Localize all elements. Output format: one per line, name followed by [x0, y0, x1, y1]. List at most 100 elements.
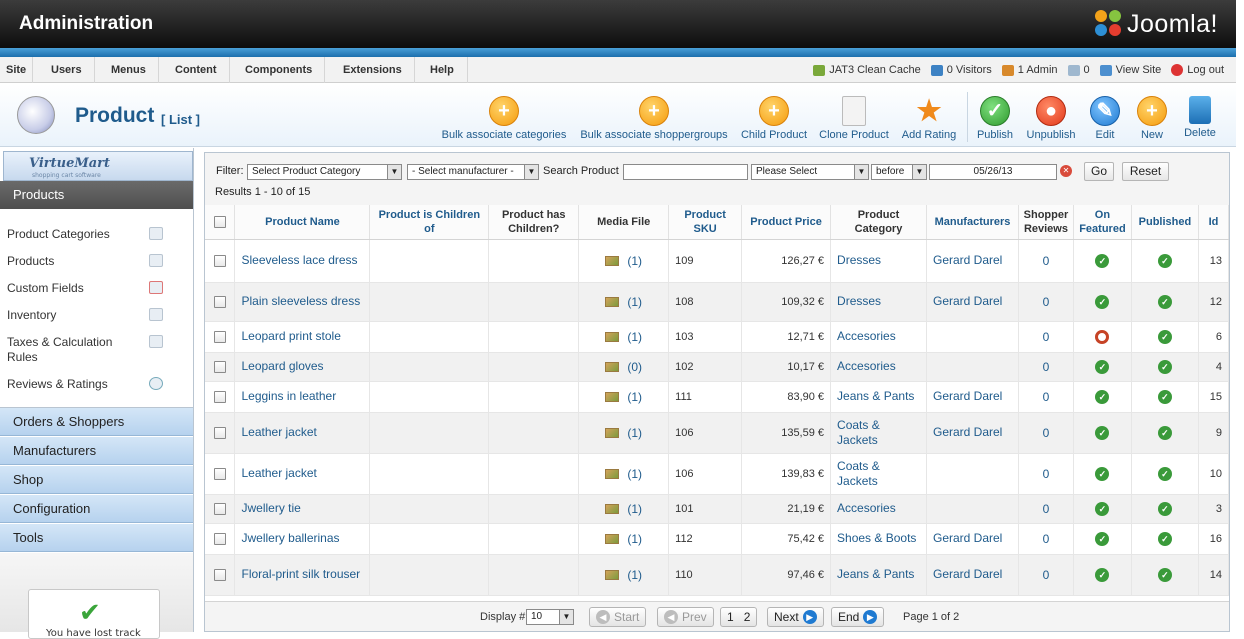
column-price[interactable]: Product Price — [741, 205, 832, 240]
sidebar-section-manufacturers[interactable]: Manufacturers — [0, 436, 193, 465]
media-cell[interactable]: (1) — [578, 453, 670, 495]
featured-on-icon[interactable]: ✓ — [1095, 532, 1110, 546]
published-icon[interactable]: ✓ — [1157, 330, 1172, 344]
bulk-categories-button[interactable]: + Bulk associate categories — [440, 88, 568, 144]
sidebar-item-product-categories[interactable]: Product Categories — [7, 227, 189, 241]
media-cell[interactable]: (1) — [578, 282, 670, 322]
reviews-link[interactable]: 0 — [1018, 523, 1074, 555]
sidebar-section-tools[interactable]: Tools — [0, 523, 193, 552]
edit-button[interactable]: ✎ Edit — [1087, 88, 1123, 144]
sidebar-item-reviews[interactable]: Reviews & Ratings — [7, 377, 189, 391]
media-cell[interactable]: (1) — [578, 494, 670, 524]
manufacturer-link[interactable]: Gerard Darel — [926, 282, 1019, 322]
date-relation-select[interactable]: before ▼ — [871, 164, 927, 180]
menu-components[interactable]: Components — [233, 57, 326, 83]
sidebar-item-taxes[interactable]: Taxes & Calculation Rules — [7, 335, 163, 365]
select-all-checkbox[interactable] — [213, 215, 226, 228]
featured-on-icon[interactable]: ✓ — [1095, 360, 1110, 374]
featured-on-icon[interactable]: ✓ — [1095, 502, 1110, 516]
product-name-link[interactable]: Leopard gloves — [234, 352, 371, 382]
sidebar-item-custom-fields[interactable]: Custom Fields — [7, 281, 189, 295]
menu-menus[interactable]: Menus — [99, 57, 159, 83]
published-icon[interactable]: ✓ — [1157, 426, 1172, 440]
manufacturer-link[interactable] — [926, 321, 1019, 353]
unpublish-button[interactable]: ● Unpublish — [1025, 88, 1077, 144]
featured-on-icon[interactable]: ✓ — [1095, 568, 1110, 582]
category-link[interactable]: Coats & Jackets — [830, 412, 927, 454]
display-count-select[interactable]: 10 ▼ — [526, 609, 574, 625]
column-product-name[interactable]: Product Name — [234, 205, 371, 240]
publish-button[interactable]: ✓ Publish — [975, 88, 1015, 144]
published-icon[interactable]: ✓ — [1157, 254, 1172, 268]
published-icon[interactable]: ✓ — [1157, 360, 1172, 374]
category-link[interactable]: Accesories — [830, 352, 927, 382]
virtuemart-logo[interactable]: VirtueMart shopping cart software — [3, 151, 193, 181]
next-button[interactable]: Next ▶ — [767, 607, 824, 627]
clone-product-button[interactable]: Clone Product — [818, 88, 890, 144]
column-sku[interactable]: Product SKU — [668, 205, 743, 240]
logout-link[interactable]: Log out — [1171, 64, 1224, 76]
manufacturer-select[interactable]: - Select manufacturer - ▼ — [407, 164, 539, 180]
page-1-link[interactable]: 1 — [727, 608, 734, 626]
add-rating-button[interactable]: ★ Add Rating — [900, 88, 958, 144]
product-name-link[interactable]: Plain sleeveless dress — [234, 282, 371, 322]
sidebar-section-shop[interactable]: Shop — [0, 465, 193, 494]
sidebar-item-products[interactable]: Products — [7, 254, 189, 268]
clean-cache-link[interactable]: JAT3 Clean Cache — [813, 64, 921, 76]
media-cell[interactable]: (1) — [578, 381, 670, 413]
published-icon[interactable]: ✓ — [1157, 568, 1172, 582]
column-id[interactable]: Id — [1198, 205, 1230, 240]
media-cell[interactable]: (1) — [578, 554, 670, 596]
media-cell[interactable]: (1) — [578, 239, 670, 283]
manufacturer-link[interactable]: Gerard Darel — [926, 412, 1019, 454]
category-link[interactable]: Dresses — [830, 239, 927, 283]
category-link[interactable]: Coats & Jackets — [830, 453, 927, 495]
row-checkbox[interactable] — [213, 255, 226, 268]
column-manufacturers[interactable]: Manufacturers — [926, 205, 1019, 240]
menu-extensions[interactable]: Extensions — [331, 57, 415, 83]
reviews-link[interactable]: 0 — [1018, 239, 1074, 283]
product-name-link[interactable]: Leather jacket — [234, 453, 371, 495]
media-cell[interactable]: (1) — [578, 321, 670, 353]
media-cell[interactable]: (0) — [578, 352, 670, 382]
manufacturer-link[interactable]: Gerard Darel — [926, 523, 1019, 555]
reviews-link[interactable]: 0 — [1018, 412, 1074, 454]
category-select[interactable]: Select Product Category ▼ — [247, 164, 402, 180]
menu-site[interactable]: Site — [0, 57, 34, 83]
sidebar-section-orders[interactable]: Orders & Shoppers — [0, 407, 193, 436]
featured-on-icon[interactable]: ✓ — [1095, 295, 1110, 309]
manufacturer-link[interactable] — [926, 494, 1019, 524]
reviews-link[interactable]: 0 — [1018, 381, 1074, 413]
manufacturer-link[interactable]: Gerard Darel — [926, 554, 1019, 596]
manufacturer-link[interactable] — [926, 453, 1019, 495]
row-checkbox[interactable] — [213, 468, 226, 481]
row-checkbox[interactable] — [213, 533, 226, 546]
featured-on-icon[interactable]: ✓ — [1095, 467, 1110, 481]
category-link[interactable]: Dresses — [830, 282, 927, 322]
manufacturer-link[interactable]: Gerard Darel — [926, 381, 1019, 413]
column-featured[interactable]: On Featured — [1073, 205, 1132, 240]
reset-button[interactable]: Reset — [1122, 162, 1169, 181]
go-button[interactable]: Go — [1084, 162, 1114, 181]
row-checkbox[interactable] — [213, 569, 226, 582]
search-input[interactable] — [623, 164, 748, 180]
category-link[interactable]: Jeans & Pants — [830, 554, 927, 596]
row-checkbox[interactable] — [213, 331, 226, 344]
published-icon[interactable]: ✓ — [1157, 532, 1172, 546]
date-input[interactable]: 05/26/13 — [929, 164, 1057, 180]
published-icon[interactable]: ✓ — [1157, 390, 1172, 404]
sidebar-section-products[interactable]: Products — [0, 181, 193, 209]
product-name-link[interactable]: Leather jacket — [234, 412, 371, 454]
date-option-select[interactable]: Please Select ▼ — [751, 164, 869, 180]
clear-date-icon[interactable]: ✕ — [1060, 165, 1072, 177]
reviews-link[interactable]: 0 — [1018, 494, 1074, 524]
manufacturer-link[interactable] — [926, 352, 1019, 382]
reviews-link[interactable]: 0 — [1018, 453, 1074, 495]
reviews-link[interactable]: 0 — [1018, 321, 1074, 353]
product-name-link[interactable]: Jwellery tie — [234, 494, 371, 524]
reviews-link[interactable]: 0 — [1018, 352, 1074, 382]
media-cell[interactable]: (1) — [578, 523, 670, 555]
menu-users[interactable]: Users — [39, 57, 95, 83]
featured-on-icon[interactable]: ✓ — [1095, 390, 1110, 404]
prev-button[interactable]: ◀ Prev — [657, 607, 714, 627]
